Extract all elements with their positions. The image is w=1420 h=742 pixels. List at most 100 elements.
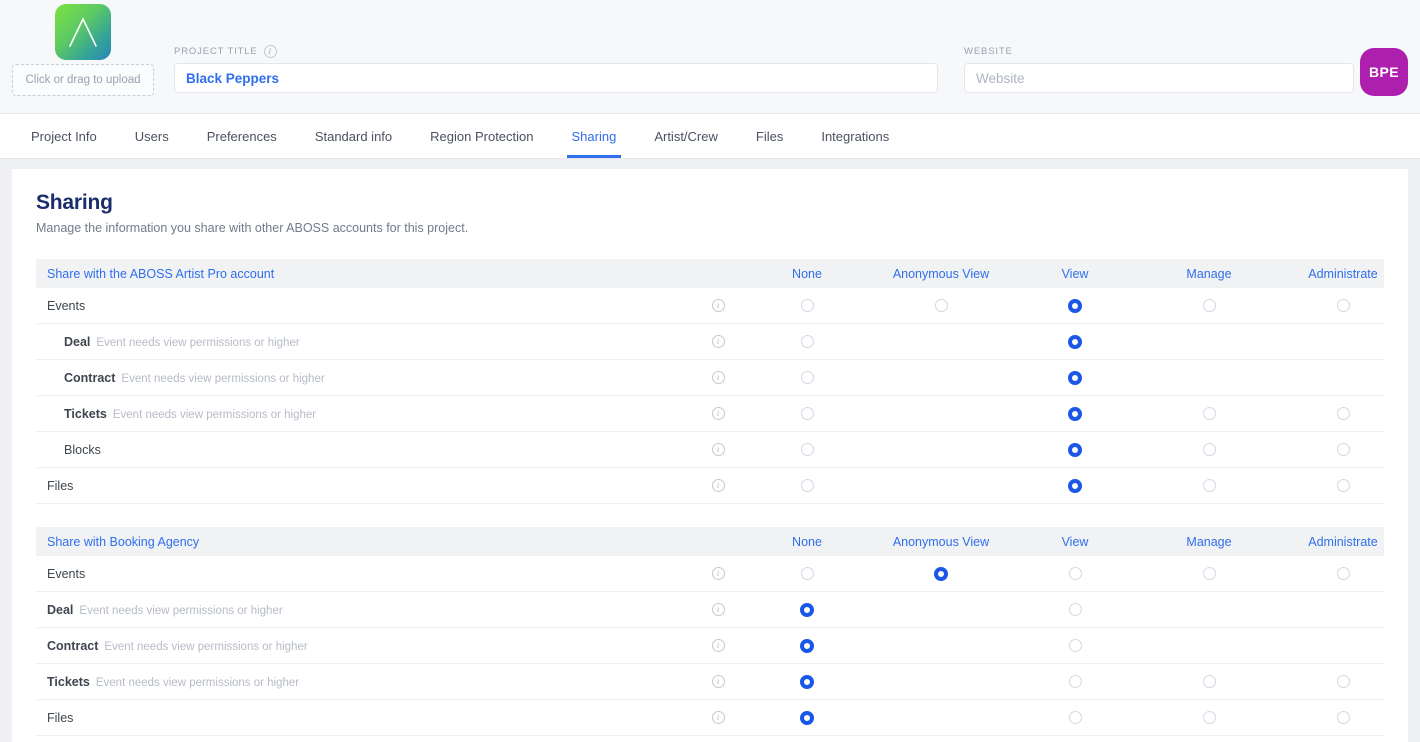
radio-view[interactable] (1068, 407, 1082, 421)
permission-cell-administrate (1276, 407, 1408, 420)
radio-none[interactable] (801, 371, 814, 384)
radio-none[interactable] (800, 639, 814, 653)
radio-manage[interactable] (1203, 675, 1216, 688)
permission-cell-none (740, 443, 874, 456)
radio-view[interactable] (1069, 711, 1082, 724)
column-header-administrate: Administrate (1276, 267, 1408, 281)
radio-administrate[interactable] (1337, 479, 1350, 492)
row-label: ContractEvent needs view permissions or … (36, 371, 696, 385)
radio-none[interactable] (801, 479, 814, 492)
radio-administrate[interactable] (1337, 567, 1350, 580)
radio-view[interactable] (1069, 675, 1082, 688)
info-icon[interactable]: i (712, 711, 725, 724)
table-row: Events i (36, 288, 1384, 324)
radio-none[interactable] (801, 567, 814, 580)
radio-manage[interactable] (1203, 299, 1216, 312)
permission-cell-anonymous-view (874, 299, 1008, 312)
tab-project-info[interactable]: Project Info (12, 114, 116, 158)
column-header-manage: Manage (1142, 267, 1276, 281)
row-info-cell: i (696, 299, 740, 312)
row-name: Tickets (47, 675, 90, 689)
radio-none[interactable] (800, 603, 814, 617)
permission-cell-administrate (1276, 335, 1408, 348)
info-icon[interactable]: i (712, 299, 725, 312)
row-name: Deal (64, 335, 90, 349)
radio-manage[interactable] (1203, 443, 1216, 456)
tab-users[interactable]: Users (116, 114, 188, 158)
radio-manage[interactable] (1203, 711, 1216, 724)
permission-cell-view (1008, 371, 1142, 385)
radio-administrate[interactable] (1337, 675, 1350, 688)
row-label: Events (36, 299, 696, 313)
permission-cell-none (740, 675, 874, 689)
avatar[interactable]: BPE (1360, 48, 1408, 96)
radio-none[interactable] (801, 443, 814, 456)
radio-none[interactable] (801, 335, 814, 348)
info-icon[interactable]: i (712, 371, 725, 384)
column-header-none: None (740, 535, 874, 549)
row-hint: Event needs view permissions or higher (96, 337, 299, 349)
radio-view[interactable] (1069, 603, 1082, 616)
logo-upload-dropzone[interactable]: Click or drag to upload (12, 64, 154, 96)
radio-administrate[interactable] (1337, 443, 1350, 456)
tab-bar: Project InfoUsersPreferencesStandard inf… (0, 114, 1420, 159)
radio-administrate[interactable] (1337, 299, 1350, 312)
tab-preferences[interactable]: Preferences (188, 114, 296, 158)
tab-artist-crew[interactable]: Artist/Crew (635, 114, 737, 158)
radio-anonymous-view[interactable] (934, 567, 948, 581)
column-header-view: View (1008, 267, 1142, 281)
permission-cell-anonymous-view (874, 603, 1008, 616)
info-icon[interactable]: i (264, 45, 277, 58)
radio-administrate[interactable] (1337, 711, 1350, 724)
content-card: Sharing Manage the information you share… (12, 169, 1408, 742)
project-title-group: PROJECT TITLE i (174, 44, 938, 93)
tab-integrations[interactable]: Integrations (802, 114, 908, 158)
radio-anonymous-view[interactable] (935, 299, 948, 312)
radio-view[interactable] (1068, 479, 1082, 493)
tab-standard-info[interactable]: Standard info (296, 114, 411, 158)
radio-view[interactable] (1068, 443, 1082, 457)
project-title-input[interactable] (174, 63, 938, 93)
info-icon[interactable]: i (712, 335, 725, 348)
website-label: WEBSITE (964, 44, 1354, 58)
row-hint: Event needs view permissions or higher (96, 677, 299, 689)
info-icon[interactable]: i (712, 443, 725, 456)
row-info-cell: i (696, 443, 740, 456)
radio-view[interactable] (1068, 371, 1082, 385)
info-icon[interactable]: i (712, 639, 725, 652)
permission-cell-manage (1142, 443, 1276, 456)
row-name: Deal (47, 603, 73, 617)
tab-sharing[interactable]: Sharing (553, 114, 636, 158)
radio-manage[interactable] (1203, 407, 1216, 420)
row-label: Events (36, 567, 696, 581)
info-icon[interactable]: i (712, 567, 725, 580)
radio-manage[interactable] (1203, 479, 1216, 492)
tab-region-protection[interactable]: Region Protection (411, 114, 552, 158)
permission-cell-anonymous-view (874, 675, 1008, 688)
logo-upload-group: Click or drag to upload (12, 4, 154, 96)
permission-cell-anonymous-view (874, 443, 1008, 456)
radio-administrate[interactable] (1337, 407, 1350, 420)
permission-cell-administrate (1276, 675, 1408, 688)
radio-view[interactable] (1069, 639, 1082, 652)
radio-none[interactable] (801, 299, 814, 312)
permission-cell-none (740, 335, 874, 348)
radio-none[interactable] (800, 711, 814, 725)
row-info-cell: i (696, 371, 740, 384)
website-input[interactable] (964, 63, 1354, 93)
radio-none[interactable] (800, 675, 814, 689)
permission-cell-view (1008, 407, 1142, 421)
radio-none[interactable] (801, 407, 814, 420)
info-icon[interactable]: i (712, 479, 725, 492)
radio-view[interactable] (1069, 567, 1082, 580)
info-icon[interactable]: i (712, 675, 725, 688)
permission-cell-none (740, 639, 874, 653)
permission-cell-manage (1142, 335, 1276, 348)
radio-manage[interactable] (1203, 567, 1216, 580)
info-icon[interactable]: i (712, 603, 725, 616)
radio-view[interactable] (1068, 299, 1082, 313)
tab-label: Region Protection (430, 129, 533, 144)
tab-files[interactable]: Files (737, 114, 802, 158)
radio-view[interactable] (1068, 335, 1082, 349)
info-icon[interactable]: i (712, 407, 725, 420)
